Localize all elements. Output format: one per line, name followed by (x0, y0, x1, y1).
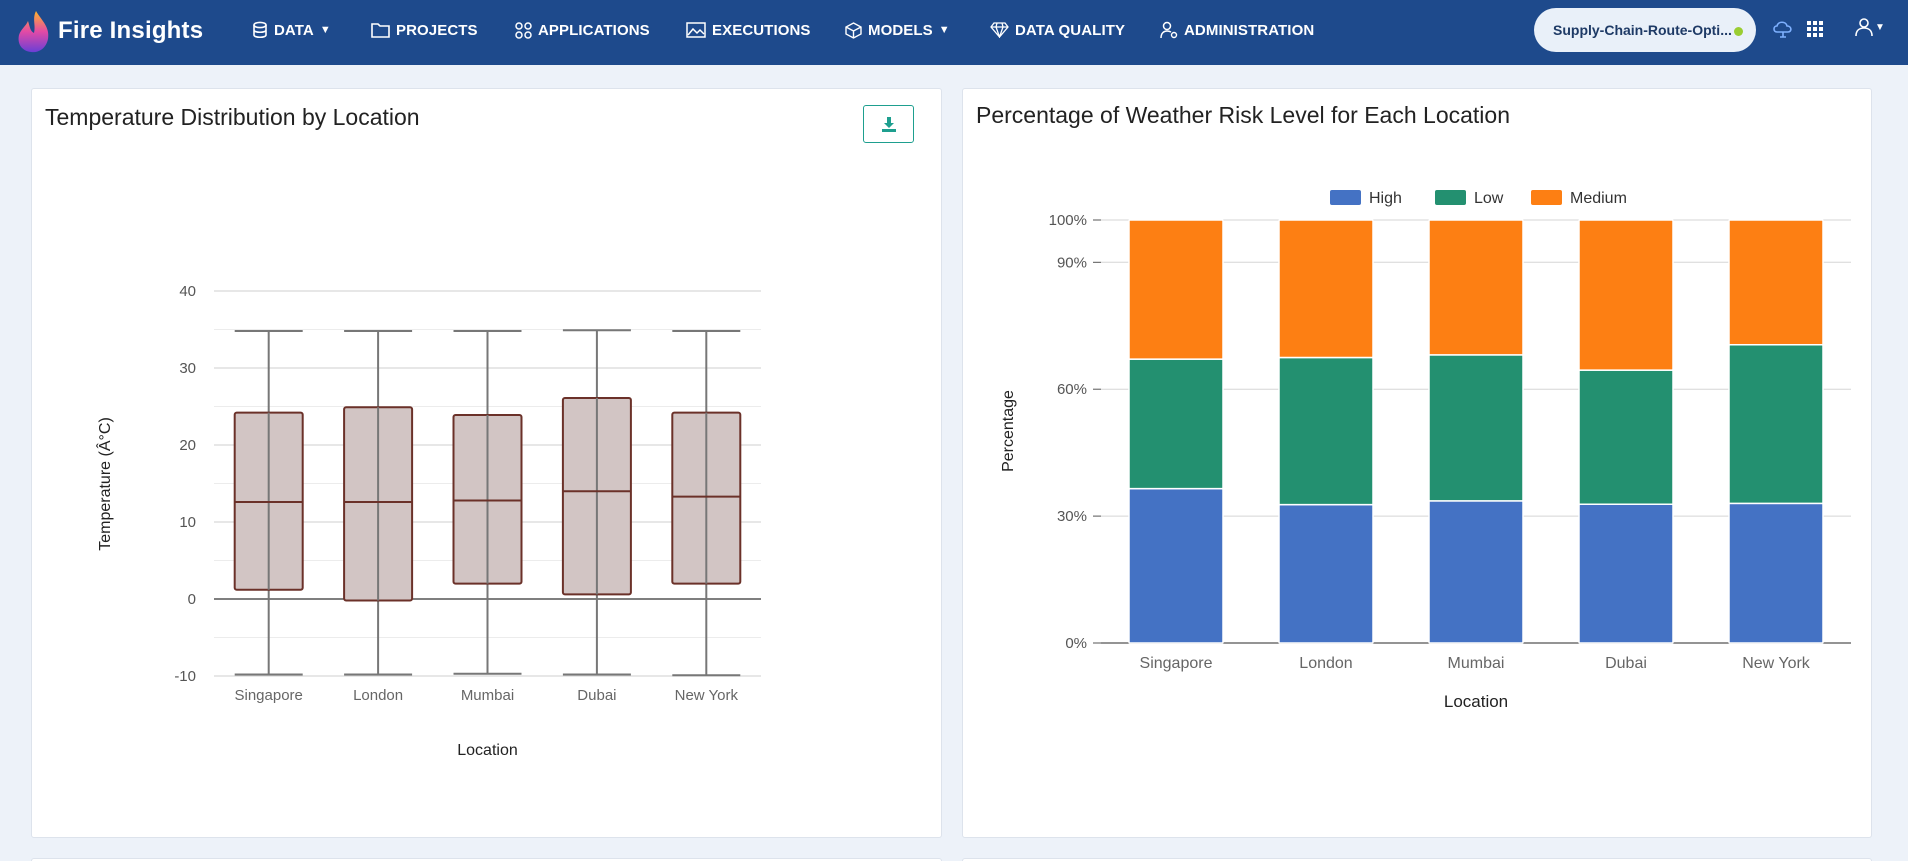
x-tick-label: Singapore (235, 687, 303, 704)
y-tick-label: 30% (1057, 508, 1087, 525)
bar-segment-high (1128, 487, 1224, 644)
nav-executions-label: EXECUTIONS (712, 21, 811, 39)
nav-projects-label: PROJECTS (396, 21, 478, 39)
diamond-icon (990, 22, 1009, 38)
stacked-bar-chart: 0% 30% 60% 90% 100% Singapore London Mumbai Duba… (1000, 190, 1851, 711)
box-plot-chart: -10 0 10 20 30 40 Singapore London Mumbai Dubai Ne… (95, 283, 761, 759)
folder-icon (371, 23, 390, 38)
y-tick-label: 0% (1065, 635, 1087, 652)
legend-swatch (1330, 190, 1361, 205)
x-tick-label: Dubai (1605, 655, 1647, 672)
database-icon (253, 21, 267, 39)
legend-label: High (1369, 190, 1402, 207)
nav-models-label: MODELS (868, 21, 933, 39)
x-tick-label: Singapore (1140, 655, 1213, 672)
nav-applications-label: APPLICATIONS (538, 21, 650, 39)
y-tick-label: 100% (1049, 212, 1087, 229)
nav-data[interactable]: DATA ▼ (252, 0, 331, 60)
bar-segment-low (1728, 344, 1824, 505)
legend-label: Medium (1570, 190, 1627, 207)
chevron-down-icon: ▼ (319, 24, 331, 36)
project-name: Supply-Chain-Route-Opti... (1553, 22, 1732, 38)
bar-segment-low (1428, 354, 1524, 502)
x-tick-label: London (353, 687, 403, 704)
x-tick-label: New York (675, 687, 739, 704)
project-selector[interactable]: Supply-Chain-Route-Opti... (1534, 8, 1756, 52)
nav-data-quality[interactable]: DATA QUALITY (990, 0, 1125, 60)
x-tick-label: Mumbai (461, 687, 514, 704)
nav-models[interactable]: MODELS ▼ (845, 0, 950, 60)
chevron-down-icon: ▼ (1875, 21, 1885, 33)
nav-data-label: DATA (274, 21, 314, 39)
apps-icon (515, 21, 532, 39)
app-name: Fire Insights (58, 17, 204, 44)
y-tick-label: 40 (179, 283, 196, 300)
y-tick-label: 0 (188, 591, 196, 608)
y-tick-label: 60% (1057, 381, 1087, 398)
legend-swatch (1531, 190, 1562, 205)
nav-administration-label: ADMINISTRATION (1184, 21, 1315, 39)
x-tick-label: Dubai (577, 687, 616, 704)
risk-chart-panel: Percentage of Weather Risk Level for Eac… (962, 88, 1872, 838)
user-gear-icon (1160, 21, 1178, 39)
chevron-down-icon: ▼ (938, 24, 950, 36)
bar-segment-low (1578, 369, 1674, 506)
x-axis-label: Location (1444, 692, 1508, 711)
y-axis-label: Percentage (1000, 390, 1017, 472)
x-tick-label: London (1299, 655, 1352, 672)
bar-segment-high (1728, 502, 1824, 644)
legend-label: Low (1474, 190, 1504, 207)
flame-logo-icon (18, 11, 49, 53)
y-tick-label: 30 (179, 360, 196, 377)
y-axis-label: Temperature (Â°C) (95, 417, 114, 551)
nav-executions[interactable]: EXECUTIONS (686, 0, 811, 60)
x-axis-label: Location (457, 742, 518, 759)
cube-icon (845, 21, 862, 39)
x-tick-label: New York (1742, 655, 1811, 672)
bar-segment-low (1128, 358, 1224, 490)
user-icon (1855, 18, 1873, 37)
bar-segment-high (1278, 503, 1374, 644)
bar-segment-medium (1428, 219, 1524, 356)
temperature-chart-panel: Temperature Distribution by Location -10… (31, 88, 942, 838)
nav-projects[interactable]: PROJECTS (371, 0, 478, 60)
y-tick-label: -10 (174, 668, 196, 685)
cloud-icon[interactable] (1772, 18, 1794, 40)
bar-segment-medium (1278, 219, 1374, 359)
project-status-dot (1734, 27, 1743, 36)
chart-image-icon (686, 22, 706, 38)
grid-icon[interactable] (1807, 21, 1823, 37)
bar-segment-high (1578, 503, 1674, 644)
y-tick-label: 10 (179, 514, 196, 531)
bar-segment-high (1428, 500, 1524, 644)
y-tick-label: 90% (1057, 254, 1087, 271)
nav-administration[interactable]: ADMINISTRATION (1160, 0, 1314, 60)
bar-segment-medium (1578, 219, 1674, 371)
user-menu[interactable]: ▼ (1855, 17, 1885, 37)
bar-segment-medium (1728, 219, 1824, 346)
legend-swatch (1435, 190, 1466, 205)
bar-segment-low (1278, 356, 1374, 506)
nav-data-quality-label: DATA QUALITY (1015, 21, 1126, 39)
x-tick-label: Mumbai (1448, 655, 1505, 672)
y-tick-label: 20 (179, 437, 196, 454)
nav-applications[interactable]: APPLICATIONS (515, 0, 650, 60)
bar-segment-medium (1128, 219, 1224, 360)
top-navbar: Fire Insights DATA ▼ PROJECTS APPLICATIO… (0, 0, 1908, 65)
app-logo[interactable]: Fire Insights (16, 9, 203, 53)
